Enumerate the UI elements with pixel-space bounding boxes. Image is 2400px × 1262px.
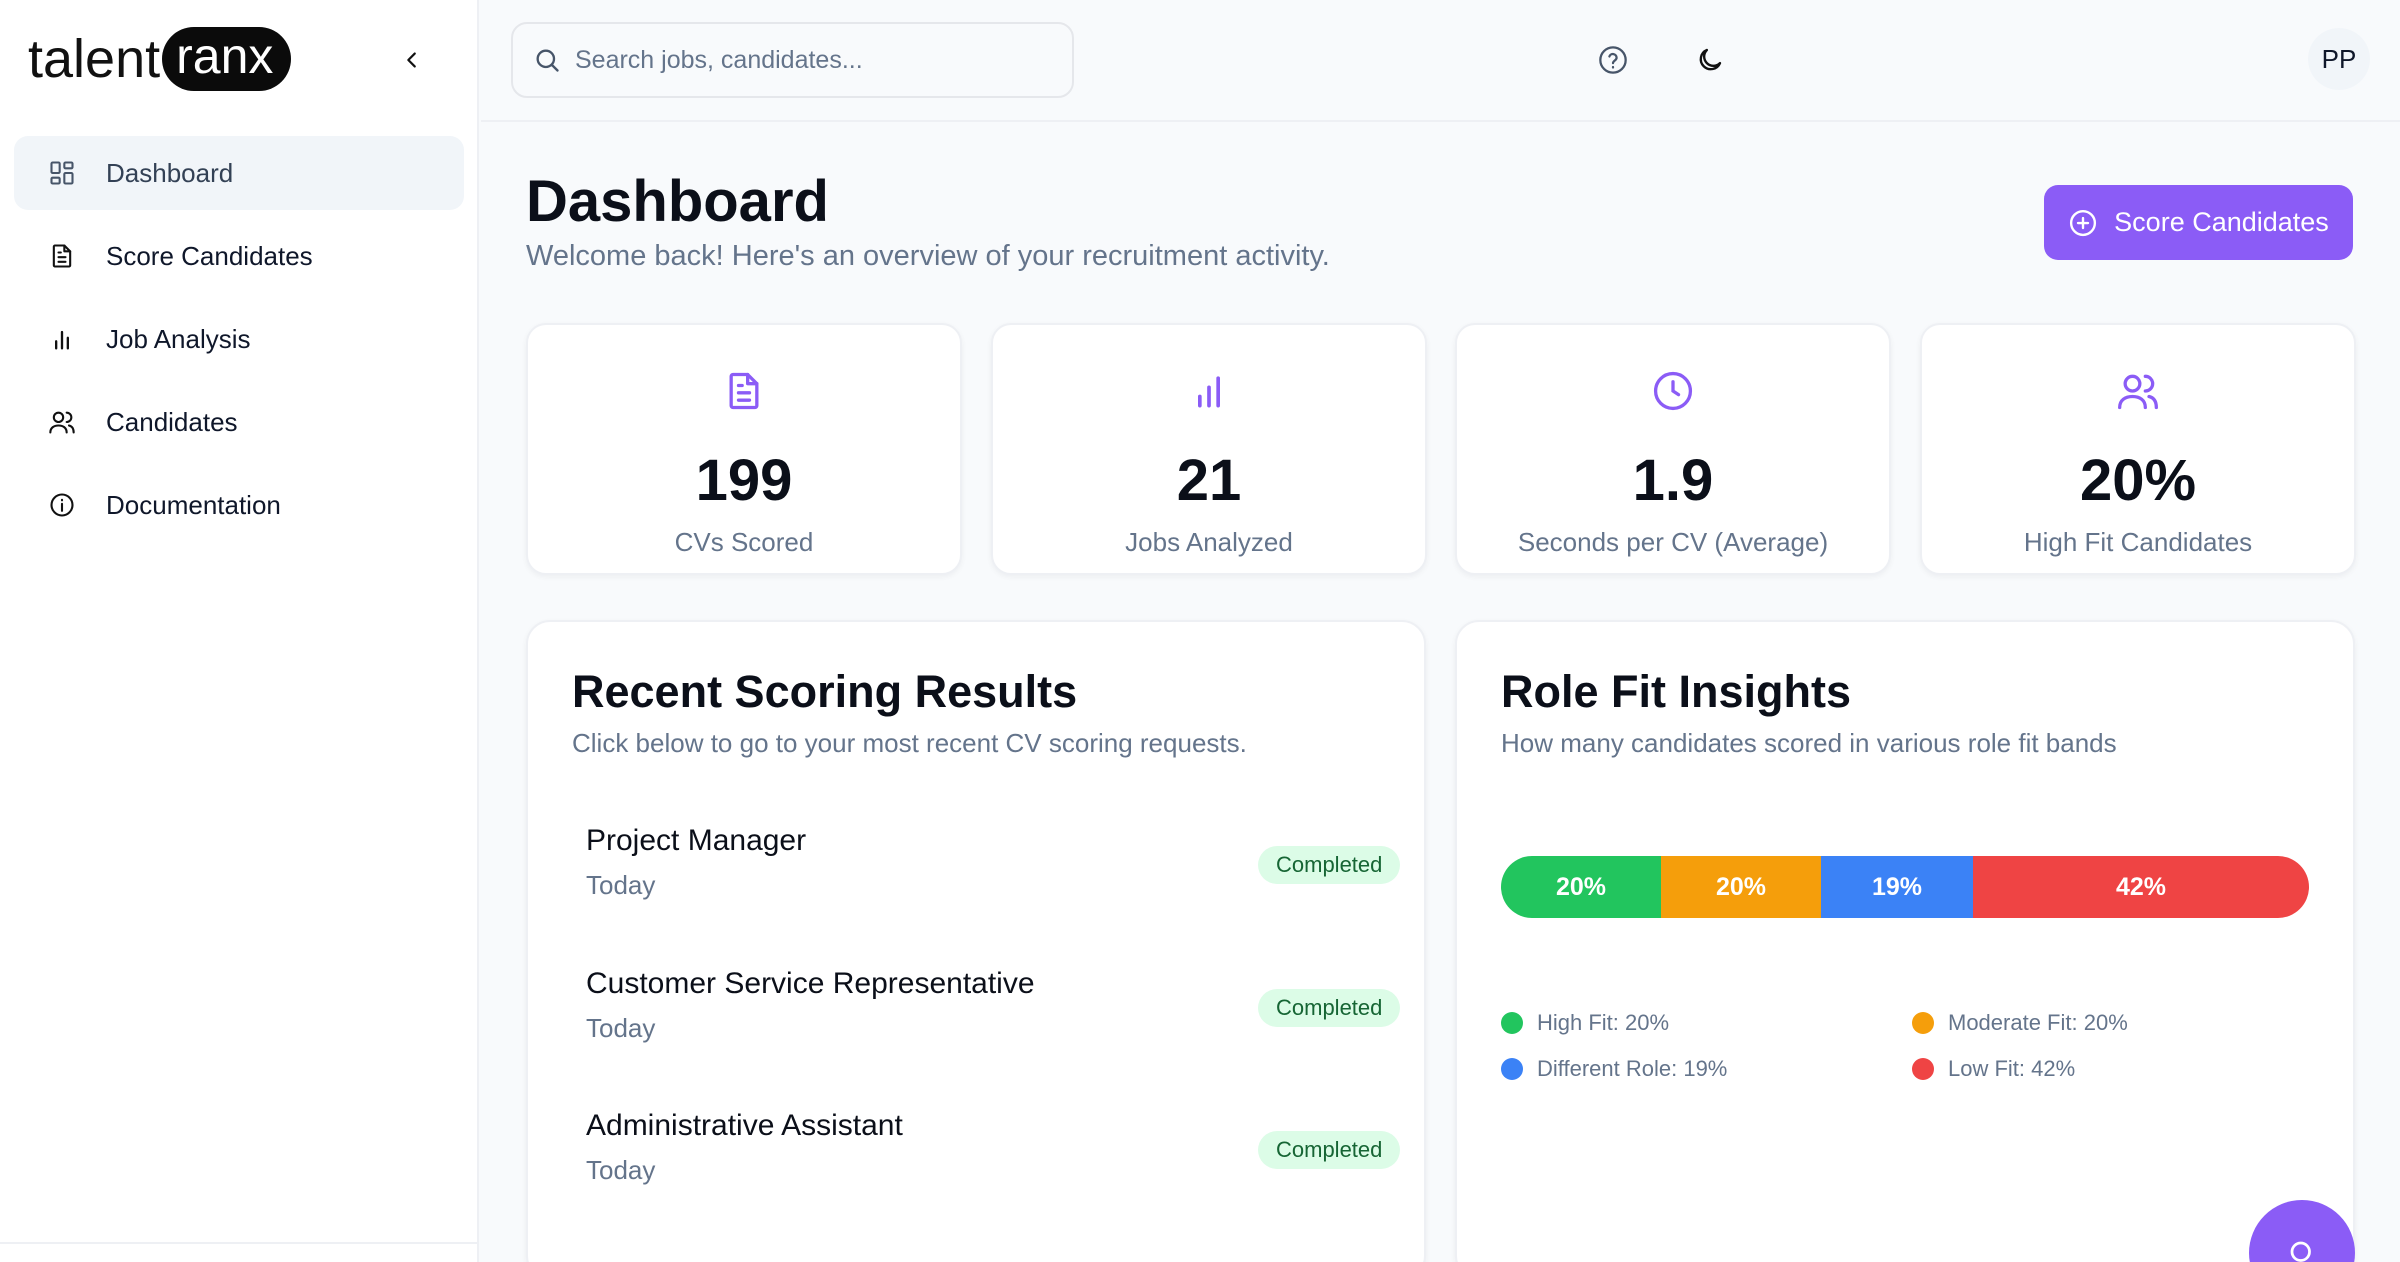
help-circle-icon xyxy=(1599,46,1627,74)
status-badge: Completed xyxy=(1258,1131,1401,1169)
sidebar-item-label: Job Analysis xyxy=(106,323,251,354)
search-input[interactable] xyxy=(575,45,1055,75)
plus-circle-icon xyxy=(2068,208,2098,238)
file-text-icon xyxy=(46,240,78,272)
role-fit-insights-card: Role Fit Insights How many candidates sc… xyxy=(1455,620,2355,1262)
result-date: Today xyxy=(586,1013,656,1043)
result-job-title: Administrative Assistant xyxy=(586,1109,903,1142)
legend-label: Different Role: 19% xyxy=(1537,1056,1728,1081)
segment-label: 19% xyxy=(1871,872,1923,901)
theme-toggle-button[interactable] xyxy=(1688,38,1732,82)
search-box[interactable] xyxy=(511,22,1074,98)
sidebar-nav: Dashboard Score Candidates Job Analysis … xyxy=(14,136,464,551)
bar-chart-icon xyxy=(993,369,1425,417)
bar-chart-icon xyxy=(46,323,78,355)
sidebar-footer xyxy=(0,1242,479,1262)
sidebar-item-job-analysis[interactable]: Job Analysis xyxy=(14,302,464,376)
sidebar-item-documentation[interactable]: Documentation xyxy=(14,468,464,542)
score-candidates-button[interactable]: Score Candidates xyxy=(2044,185,2353,260)
sidebar-item-candidates[interactable]: Candidates xyxy=(14,385,464,459)
stat-card-seconds-per-cv: 1.9 Seconds per CV (Average) xyxy=(1455,323,1891,575)
card-subtitle: Click below to go to your most recent CV… xyxy=(572,728,1247,758)
file-text-icon xyxy=(528,369,960,417)
help-button[interactable] xyxy=(1591,38,1635,82)
bar-segment-moderate-fit[interactable]: 20% xyxy=(1661,856,1821,918)
legend-label: Moderate Fit: 20% xyxy=(1948,1010,2128,1035)
legend-item-moderate-fit: Moderate Fit: 20% xyxy=(1912,1010,2128,1036)
brand-logo-pill: ranx xyxy=(162,27,292,91)
layout-grid-icon xyxy=(46,157,78,189)
legend-item-different-role: Different Role: 19% xyxy=(1501,1056,1727,1082)
legend-item-high-fit: High Fit: 20% xyxy=(1501,1010,1669,1036)
result-date: Today xyxy=(586,1155,656,1185)
page-subtitle: Welcome back! Here's an overview of your… xyxy=(526,240,1330,272)
stat-label: Jobs Analyzed xyxy=(1125,527,1293,557)
segment-label: 20% xyxy=(1715,872,1767,901)
sidebar-item-score-candidates[interactable]: Score Candidates xyxy=(14,219,464,293)
result-date: Today xyxy=(586,870,656,900)
card-subtitle: How many candidates scored in various ro… xyxy=(1501,728,2117,758)
score-candidates-button-label: Score Candidates xyxy=(2114,207,2329,237)
chevron-left-icon xyxy=(407,52,416,68)
stat-card-jobs-analyzed: 21 Jobs Analyzed xyxy=(991,323,1427,575)
bar-segment-high-fit[interactable]: 20% xyxy=(1501,856,1661,918)
sidebar-item-label: Documentation xyxy=(106,489,281,520)
collapse-sidebar-button[interactable] xyxy=(394,42,430,78)
page-title: Dashboard xyxy=(526,169,829,234)
result-job-title: Customer Service Representative xyxy=(586,967,1035,1000)
segment-label: 20% xyxy=(1555,872,1607,901)
status-badge: Completed xyxy=(1258,846,1401,884)
stat-value: 1.9 xyxy=(1632,448,1714,513)
avatar[interactable]: PP xyxy=(2308,28,2370,90)
stat-value: 20% xyxy=(2079,448,2197,513)
users-icon xyxy=(1922,369,2354,417)
stat-label: CVs Scored xyxy=(674,527,814,557)
stat-label: Seconds per CV (Average) xyxy=(1517,527,1829,557)
segment-label: 42% xyxy=(2115,872,2167,901)
sidebar-item-dashboard[interactable]: Dashboard xyxy=(14,136,464,210)
sidebar-item-label: Dashboard xyxy=(106,157,234,188)
users-icon xyxy=(46,406,78,438)
search-icon xyxy=(536,49,559,72)
legend-label: High Fit: 20% xyxy=(1537,1010,1670,1035)
legend-dot xyxy=(1912,1012,1934,1034)
avatar-initials: PP xyxy=(2321,43,2357,74)
recent-scoring-card: Recent Scoring Results Click below to go… xyxy=(526,620,1426,1262)
brand-logo[interactable]: talent ranx xyxy=(28,26,292,92)
topbar: PP xyxy=(481,0,2400,122)
stat-label: High Fit Candidates xyxy=(2023,527,2253,557)
card-title: Role Fit Insights xyxy=(1501,666,1852,717)
list-item[interactable]: Customer Service Representative Today Co… xyxy=(572,967,1401,1077)
search-icon xyxy=(2290,1241,2311,1262)
role-fit-stacked-bar: 20% 20% 19% 42% xyxy=(1501,856,2309,918)
legend-label: Low Fit: 42% xyxy=(1948,1056,2076,1081)
bar-segment-different-role[interactable]: 19% xyxy=(1821,856,1973,918)
status-badge: Completed xyxy=(1258,989,1401,1027)
moon-icon xyxy=(1699,48,1722,71)
brand-logo-text: talent xyxy=(28,29,161,89)
sidebar-item-label: Score Candidates xyxy=(106,240,313,271)
legend-item-low-fit: Low Fit: 42% xyxy=(1912,1056,2075,1082)
clock-icon xyxy=(1457,369,1889,417)
stat-card-high-fit: 20% High Fit Candidates xyxy=(1920,323,2356,575)
info-icon xyxy=(46,489,78,521)
bar-segment-low-fit[interactable]: 42% xyxy=(1973,856,2309,918)
legend-dot xyxy=(1501,1012,1523,1034)
card-title: Recent Scoring Results xyxy=(572,666,1078,717)
sidebar: talent ranx Dashboard Score Candidates J… xyxy=(0,0,479,1262)
result-job-title: Project Manager xyxy=(586,824,807,857)
sidebar-item-label: Candidates xyxy=(106,406,238,437)
legend-dot xyxy=(1501,1058,1523,1080)
legend-dot xyxy=(1912,1058,1934,1080)
list-item[interactable]: Project Manager Today Completed xyxy=(572,824,1401,934)
stat-card-cvs-scored: 199 CVs Scored xyxy=(526,323,962,575)
stat-value: 199 xyxy=(695,448,793,513)
list-item[interactable]: Administrative Assistant Today Completed xyxy=(572,1109,1401,1219)
stat-value: 21 xyxy=(1176,448,1242,513)
